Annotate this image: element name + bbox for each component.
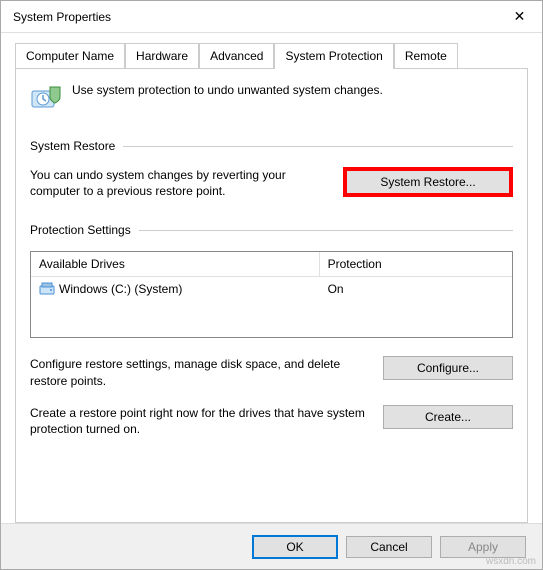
protection-settings-label: Protection Settings [30,223,139,237]
drives-table: Available Drives Protection Windows (C:)… [30,251,513,338]
tab-computer-name[interactable]: Computer Name [15,43,125,68]
watermark: wsxdn.com [486,556,536,567]
system-restore-row: You can undo system changes by reverting… [30,167,513,199]
dialog-button-bar: OK Cancel Apply [1,523,542,569]
system-protection-icon [30,83,62,115]
configure-description: Configure restore settings, manage disk … [30,356,371,388]
tab-system-protection[interactable]: System Protection [274,43,393,69]
protection-settings-section-header: Protection Settings [30,223,513,237]
drive-protection-status: On [320,279,512,299]
create-description: Create a restore point right now for the… [30,405,371,437]
close-icon: ✕ [514,8,526,25]
configure-row: Configure restore settings, manage disk … [30,356,513,388]
cancel-button[interactable]: Cancel [346,536,432,558]
tab-hardware[interactable]: Hardware [125,43,199,68]
system-restore-label: System Restore [30,139,123,153]
ok-button[interactable]: OK [252,535,338,559]
drive-name: Windows (C:) (System) [59,282,182,296]
system-restore-description: You can undo system changes by reverting… [30,167,323,199]
intro-text: Use system protection to undo unwanted s… [72,83,383,97]
divider [123,146,513,147]
table-row[interactable]: Windows (C:) (System) On [31,277,512,301]
window-title: System Properties [13,10,111,24]
system-restore-button[interactable]: System Restore... [343,167,513,197]
col-available-drives[interactable]: Available Drives [31,252,320,277]
divider [139,230,513,231]
titlebar: System Properties ✕ [1,1,542,33]
tab-panel-system-protection: Use system protection to undo unwanted s… [15,68,528,523]
system-restore-section-header: System Restore [30,139,513,153]
configure-button[interactable]: Configure... [383,356,513,380]
create-button[interactable]: Create... [383,405,513,429]
close-button[interactable]: ✕ [497,1,542,33]
create-row: Create a restore point right now for the… [30,405,513,437]
drive-icon [39,281,55,297]
drives-table-header: Available Drives Protection [31,252,512,277]
intro-row: Use system protection to undo unwanted s… [30,83,513,115]
col-protection[interactable]: Protection [320,252,512,277]
tab-remote[interactable]: Remote [394,43,458,68]
system-properties-window: System Properties ✕ Computer Name Hardwa… [0,0,543,570]
apply-button[interactable]: Apply [440,536,526,558]
tab-advanced[interactable]: Advanced [199,43,274,68]
tab-strip: Computer Name Hardware Advanced System P… [1,35,542,68]
drives-table-body: Windows (C:) (System) On [31,277,512,337]
